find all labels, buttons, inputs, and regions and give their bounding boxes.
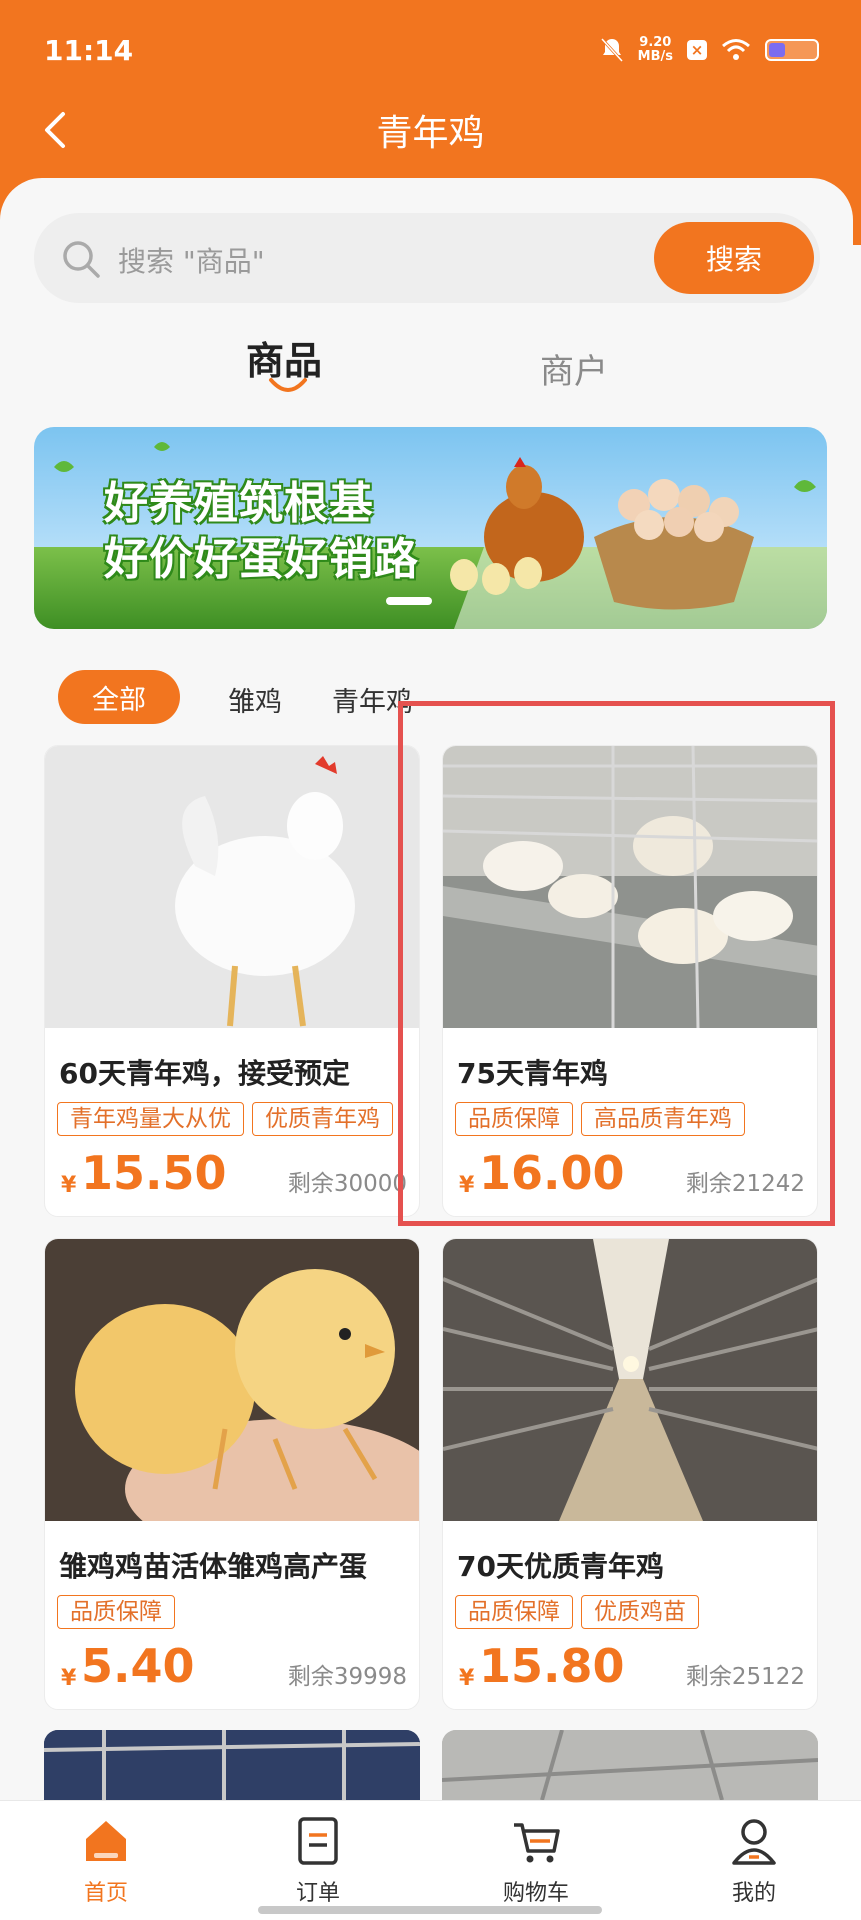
- banner-slogan-1: 好养殖筑根基: [104, 478, 374, 529]
- product-card[interactable]: 70天优质青年鸡 品质保障 优质鸡苗 ¥ 15.80 剩余25122: [442, 1238, 818, 1710]
- home-icon: [86, 1821, 126, 1861]
- product-card[interactable]: 60天青年鸡，接受预定 青年鸡量大从优 优质青年鸡 ¥ 15.50 剩余30000: [44, 745, 420, 1217]
- currency-symbol: ¥: [61, 1173, 77, 1198]
- wifi-icon: [722, 39, 750, 60]
- nav-home[interactable]: 首页: [36, 1815, 176, 1907]
- product-name: 雏鸡鸡苗活体雏鸡高产蛋: [59, 1550, 368, 1583]
- product-tags: 品质保障: [57, 1595, 417, 1631]
- search-button[interactable]: 搜索: [654, 222, 814, 294]
- product-name: 60天青年鸡，接受预定: [59, 1057, 350, 1090]
- product-stock: 剩余39998: [287, 1664, 407, 1690]
- product-price: 5.40: [81, 1639, 195, 1693]
- product-stock: 剩余30000: [287, 1171, 407, 1197]
- product-name: 70天优质青年鸡: [457, 1550, 664, 1583]
- order-icon: [298, 1817, 338, 1865]
- home-indicator: [258, 1906, 602, 1914]
- x-badge-icon: ×: [687, 40, 707, 60]
- cart-icon: [514, 1823, 560, 1863]
- product-stock: 剩余25122: [685, 1664, 805, 1690]
- product-price: 15.80: [479, 1639, 625, 1693]
- product-tag: 品质保障: [57, 1595, 175, 1629]
- product-tags: 品质保障 优质鸡苗: [455, 1595, 815, 1631]
- search-placeholder: 搜索 "商品": [118, 245, 265, 278]
- product-card[interactable]: 雏鸡鸡苗活体雏鸡高产蛋 品质保障 ¥ 5.40 剩余39998: [44, 1238, 420, 1710]
- product-tag: 优质青年鸡: [252, 1102, 393, 1136]
- status-icons: 9.20 MB/s ×: [600, 34, 819, 66]
- product-tag: 优质鸡苗: [581, 1595, 699, 1629]
- product-tag: 品质保障: [455, 1595, 573, 1629]
- tab-merchants[interactable]: 商户: [540, 344, 608, 393]
- product-tags: 青年鸡量大从优 优质青年鸡: [57, 1102, 417, 1138]
- status-time: 11:14: [44, 34, 134, 67]
- network-speed: 9.20 MB/s: [637, 35, 673, 64]
- product-card-partial[interactable]: [442, 1730, 818, 1800]
- page-title: 青年鸡: [376, 113, 485, 154]
- product-image: [45, 1239, 419, 1521]
- promo-banner[interactable]: 好养殖筑根基 好价好蛋好销路: [34, 427, 827, 629]
- battery-icon: [765, 39, 819, 61]
- selection-highlight: [398, 701, 835, 1226]
- filter-chicks[interactable]: 雏鸡: [228, 680, 282, 719]
- filter-all[interactable]: 全部: [58, 670, 180, 724]
- product-image: [443, 1239, 817, 1521]
- product-card-partial[interactable]: [44, 1730, 420, 1800]
- currency-symbol: ¥: [459, 1666, 475, 1691]
- bottom-nav: 首页 订单 购物车 我的: [0, 1800, 861, 1920]
- search-icon: [63, 241, 100, 278]
- nav-profile[interactable]: 我的: [684, 1815, 824, 1907]
- product-image: [45, 746, 419, 1028]
- product-tag: 青年鸡量大从优: [57, 1102, 244, 1136]
- tab-active-indicator: [269, 378, 307, 392]
- user-icon: [732, 1819, 776, 1865]
- nav-orders[interactable]: 订单: [248, 1815, 388, 1907]
- banner-slogan-2: 好价好蛋好销路: [104, 534, 419, 585]
- currency-symbol: ¥: [61, 1666, 77, 1691]
- mute-bell-icon: [600, 37, 623, 63]
- product-price: 15.50: [81, 1146, 227, 1200]
- nav-cart[interactable]: 购物车: [466, 1815, 606, 1907]
